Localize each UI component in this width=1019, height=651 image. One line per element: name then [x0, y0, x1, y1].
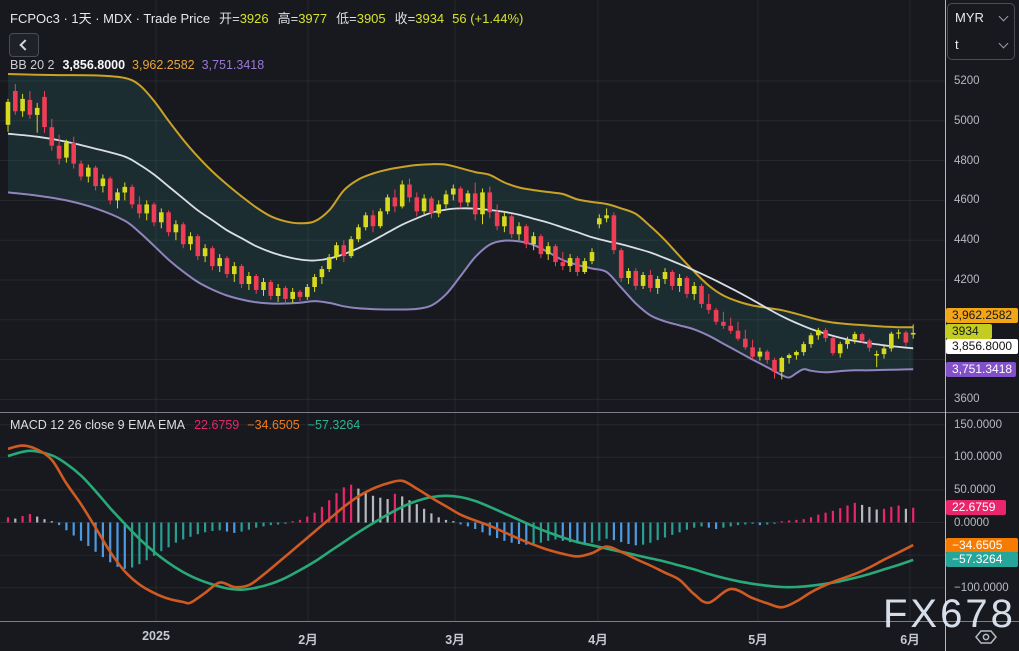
bb-indicator-row[interactable]: BB 20 2 3,856.8000 3,962.2582 3,751.3418 — [10, 58, 264, 72]
axis-tick-label: −100.0000 — [954, 581, 1009, 594]
axis-tick-label: 0.0000 — [954, 516, 990, 529]
close-value: 3934 — [415, 11, 445, 26]
axis-tick-label: 4400 — [954, 234, 980, 247]
macd-pane-chart[interactable] — [0, 413, 945, 621]
time-axis-separator — [0, 621, 1019, 622]
currency-select[interactable]: MYR — [948, 4, 1014, 31]
currency-unit-selector: MYR t — [947, 3, 1015, 60]
time-axis-label: 5月 — [748, 633, 768, 647]
back-button[interactable] — [9, 33, 39, 57]
chevron-left-icon — [19, 39, 31, 51]
price-badge: 3,856.8000 — [946, 339, 1018, 354]
open-label: 开= — [219, 11, 240, 26]
low-value: 3905 — [356, 11, 386, 26]
axis-tick-label: 3600 — [954, 393, 980, 406]
symbol-title[interactable]: FCPOc3 · 1天 · MDX · Trade Price — [10, 11, 210, 26]
axis-tick-label: 150.0000 — [954, 418, 1002, 431]
settings-button[interactable] — [972, 625, 1000, 649]
pane-separator[interactable] — [0, 412, 1019, 413]
macd-line-value: −34.6505 — [247, 418, 300, 432]
macd-title: MACD 12 26 close 9 EMA EMA — [10, 418, 186, 432]
dot-icon — [982, 633, 990, 641]
macd-hist-value: 22.6759 — [194, 418, 240, 432]
close-label: 收= — [394, 11, 416, 26]
axis-tick-label: 50.0000 — [954, 483, 996, 496]
macd-indicator-row[interactable]: MACD 12 26 close 9 EMA EMA 22.6759 −34.650… — [10, 418, 360, 432]
axis-tick-label: 4800 — [954, 154, 980, 167]
price-axis[interactable]: 5200 5000 4800 4600 4400 4200 3600 150.0000 100.… — [946, 0, 1019, 651]
hexagon-icon — [975, 630, 997, 644]
axis-tick-label: 4600 — [954, 194, 980, 207]
bb-title: BB 20 2 — [10, 58, 55, 72]
price-badge: 3934 — [946, 324, 992, 339]
time-axis-label: 2月 — [298, 633, 318, 647]
axis-tick-label: 100.0000 — [954, 451, 1002, 464]
price-badge: 22.6759 — [946, 500, 1006, 516]
chevron-down-icon — [998, 38, 1009, 48]
time-axis-label: 3月 — [445, 633, 465, 647]
bb-upper-value: 3,962.2582 — [132, 58, 195, 72]
macd-signal-value: −57.3264 — [307, 418, 361, 432]
low-label: 低= — [336, 11, 357, 26]
high-label: 高= — [277, 11, 299, 26]
axis-tick-label: 5000 — [954, 114, 980, 127]
chart-header: FCPOc3 · 1天 · MDX · Trade Price 开=3926 高=3… — [10, 8, 523, 27]
price-badge: −57.3264 — [946, 552, 1018, 568]
trading-chart-app: 5200 5000 4800 4600 4400 4200 3600 150.0000 100.… — [0, 0, 1019, 651]
bb-basis-value: 3,856.8000 — [62, 58, 126, 72]
time-axis-label: 2025 — [142, 629, 170, 643]
high-value: 3977 — [298, 11, 328, 26]
time-axis-label: 4月 — [588, 633, 608, 647]
axis-tick-label: 5200 — [954, 75, 980, 87]
price-badge: −34.6505 — [946, 537, 1018, 553]
change-value: 56 (+1.44%) — [452, 11, 524, 26]
open-value: 3926 — [239, 11, 269, 26]
bollinger-bands — [7, 73, 914, 379]
price-badge: 3,751.3418 — [946, 362, 1016, 377]
chevron-down-icon — [998, 11, 1009, 21]
axis-tick-label: 4200 — [954, 274, 980, 286]
currency-value: MYR — [955, 10, 984, 25]
bb-lower-value: 3,751.3418 — [201, 58, 265, 72]
time-axis[interactable]: 2025 2月 3月 4月 5月 6月 — [0, 622, 945, 651]
unit-value: t — [955, 37, 959, 52]
price-badge: 3,962.2582 — [946, 307, 1018, 323]
macd-lines — [7, 444, 914, 609]
macd-grid — [0, 413, 945, 621]
unit-select[interactable]: t — [948, 31, 1014, 58]
time-axis-label: 6月 — [900, 633, 920, 647]
